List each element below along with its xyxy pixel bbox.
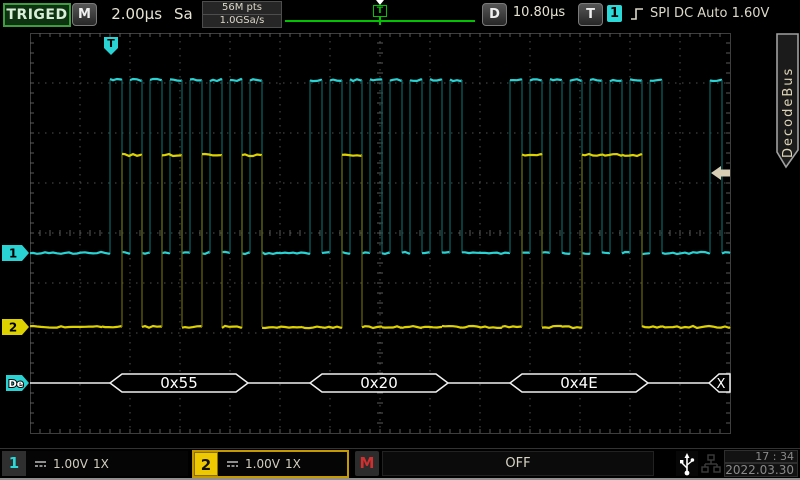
decode-bus-tab-label: DecodeBus: [781, 67, 796, 158]
channel2-probe: 1X: [285, 457, 301, 471]
channel1-badge: 1: [2, 451, 26, 476]
decode-bus: 0x55 0x20 0x4E X: [30, 374, 730, 392]
markers: T 1 2 De: [2, 37, 730, 391]
channel1-scale: 1.00V: [53, 457, 88, 471]
channel2-status[interactable]: 2 1.00V 1X: [192, 450, 349, 478]
waveform-display: 0x55 0x20 0x4E X T 1 2 De DecodeBus: [0, 0, 800, 480]
usb-icon: [679, 452, 695, 476]
decode-value: 0x4E: [560, 374, 597, 392]
channel1-position-marker-label: 1: [9, 247, 17, 261]
math-status[interactable]: OFF: [382, 451, 654, 476]
decode-position-label: De: [8, 379, 23, 390]
dc-coupling-icon: [225, 458, 240, 470]
channel1-probe: 1X: [93, 457, 109, 471]
decode-value: 0x20: [360, 374, 398, 392]
channel1-status[interactable]: 1 1.00V 1X: [2, 451, 188, 476]
math-channel-badge[interactable]: M: [355, 451, 379, 476]
trigger-position-label: T: [107, 37, 115, 50]
decode-value: 0x55: [160, 374, 198, 392]
decode-value: X: [717, 377, 726, 392]
bottom-separator: [0, 448, 800, 449]
usb-status: [676, 451, 698, 476]
clock-date: 2022.03.30: [724, 463, 798, 477]
channel2-badge: 2: [194, 452, 218, 476]
oscilloscope-screen: TRIGED M 2.00µsSa 56M pts 1.0GSa/s T D 1…: [0, 0, 800, 480]
ch2-waveform: [30, 154, 730, 328]
lan-status: [699, 451, 723, 476]
channel2-scale: 1.00V: [245, 457, 280, 471]
decode-bus-tab[interactable]: DecodeBus: [777, 34, 798, 167]
channel-status-bar: 1 1.00V 1X 2 1.: [0, 450, 800, 478]
trigger-level-arrow-icon[interactable]: [711, 166, 730, 180]
dc-coupling-icon: [33, 458, 48, 470]
clock-time: 17 : 34: [724, 450, 798, 463]
lan-icon: [701, 453, 721, 475]
channel2-position-marker-label: 2: [9, 321, 17, 335]
